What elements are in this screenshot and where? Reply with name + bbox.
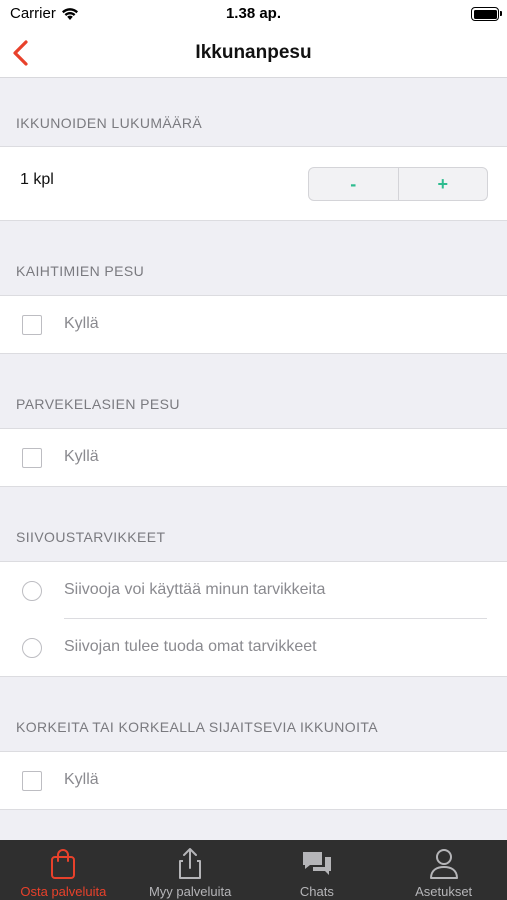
section-header-window-count: IKKUNOIDEN LUKUMÄÄRÄ bbox=[16, 115, 203, 131]
window-count-cell: 1 kpl - + bbox=[0, 146, 507, 221]
blinds-option-label: Kyllä bbox=[64, 315, 99, 332]
blinds-checkbox[interactable] bbox=[22, 315, 42, 335]
tab-asetukset[interactable]: Asetukset bbox=[380, 840, 507, 900]
decrement-button[interactable]: - bbox=[309, 168, 398, 200]
share-upload-icon bbox=[179, 848, 202, 879]
high-windows-option-label: Kyllä bbox=[64, 771, 99, 788]
shopping-bag-icon bbox=[51, 849, 76, 879]
tab-osta-palveluita[interactable]: Osta palveluita bbox=[0, 840, 127, 900]
page-title: Ikkunanpesu bbox=[195, 42, 312, 63]
user-profile-icon bbox=[429, 849, 458, 879]
supplies-cell: Siivooja voi käyttää minun tarvikkeita S… bbox=[0, 561, 507, 677]
high-windows-cell: Kyllä bbox=[0, 751, 507, 810]
tab-label: Asetukset bbox=[415, 884, 473, 899]
supplies-radio-own[interactable] bbox=[22, 581, 42, 601]
chat-bubbles-icon bbox=[302, 852, 331, 875]
quantity-stepper: - + bbox=[308, 167, 488, 201]
tab-label: Myy palveluita bbox=[148, 884, 232, 899]
blinds-cell: Kyllä bbox=[0, 295, 507, 354]
section-header-high-windows: KORKEITA TAI KORKEALLA SIJAITSEVIA IKKUN… bbox=[16, 719, 379, 735]
high-windows-option-row[interactable]: Kyllä bbox=[0, 752, 507, 809]
section-header-supplies: SIIVOUSTARVIKKEET bbox=[16, 529, 166, 545]
supplies-option-label: Siivooja voi käyttää minun tarvikkeita bbox=[64, 581, 326, 598]
tab-chats[interactable]: Chats bbox=[254, 840, 381, 900]
tab-bar: Osta palveluita Myy palveluita Chats Ase… bbox=[0, 840, 507, 900]
status-time: 1.38 ap. bbox=[225, 5, 282, 22]
window-count-value: 1 kpl bbox=[20, 171, 54, 188]
increment-button[interactable]: + bbox=[397, 168, 488, 200]
tab-label: Chats bbox=[299, 884, 334, 899]
balcony-option-row[interactable]: Kyllä bbox=[0, 429, 507, 486]
balcony-option-label: Kyllä bbox=[64, 448, 99, 465]
tab-myy-palveluita[interactable]: Myy palveluita bbox=[127, 840, 254, 900]
tab-label: Osta palveluita bbox=[20, 884, 107, 899]
supplies-option-row[interactable]: Siivojan tulee tuoda omat tarvikkeet bbox=[0, 619, 507, 676]
blinds-option-row[interactable]: Kyllä bbox=[0, 296, 507, 353]
supplies-radio-bring[interactable] bbox=[22, 638, 42, 658]
high-windows-checkbox[interactable] bbox=[22, 771, 42, 791]
section-header-balcony: PARVEKELASIEN PESU bbox=[16, 396, 180, 412]
section-header-blinds: KAIHTIMIEN PESU bbox=[16, 263, 145, 279]
balcony-cell: Kyllä bbox=[0, 428, 507, 487]
navigation-bar: Ikkunanpesu bbox=[0, 28, 507, 78]
status-bar: Carrier 1.38 ap. bbox=[0, 0, 507, 28]
battery-icon bbox=[471, 7, 502, 21]
supplies-option-label: Siivojan tulee tuoda omat tarvikkeet bbox=[64, 638, 317, 655]
supplies-option-row[interactable]: Siivooja voi käyttää minun tarvikkeita bbox=[0, 562, 507, 619]
balcony-checkbox[interactable] bbox=[22, 448, 42, 468]
